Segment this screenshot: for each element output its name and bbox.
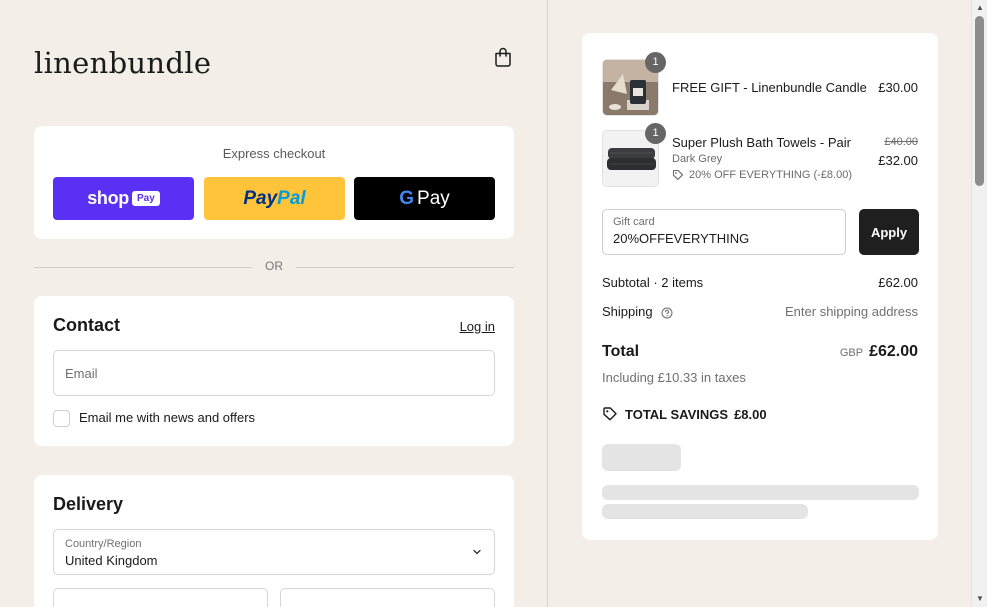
brand-logo[interactable]: linenbundle bbox=[34, 46, 211, 80]
google-pay-wordmark: Pay bbox=[417, 187, 450, 209]
scrollbar-thumb[interactable] bbox=[975, 16, 984, 186]
shipping-row: Shipping Enter shipping address bbox=[602, 304, 918, 319]
contact-section: Contact Log in Email Email me with news … bbox=[34, 296, 514, 446]
delivery-title: Delivery bbox=[53, 494, 124, 514]
item-original-price: £40.00 bbox=[884, 136, 918, 148]
taxes-note: Including £10.33 in taxes bbox=[602, 370, 746, 385]
express-checkout-title: Express checkout bbox=[222, 146, 326, 161]
apply-button[interactable]: Apply bbox=[859, 209, 919, 255]
newsletter-checkbox[interactable] bbox=[53, 410, 70, 427]
country-label: Country/Region bbox=[65, 538, 142, 550]
subtotal-value: £62.00 bbox=[878, 275, 918, 290]
loading-skeleton bbox=[602, 485, 919, 500]
item-variant: Dark Grey bbox=[672, 153, 723, 165]
gift-card-value: 20%OFFEVERYTHING bbox=[613, 231, 750, 246]
total-label: Total bbox=[602, 343, 640, 360]
login-link[interactable]: Log in bbox=[460, 319, 495, 334]
item-name: FREE GIFT - Linenbundle Candle bbox=[672, 80, 867, 95]
delivery-section: Delivery Country/Region United Kingdom bbox=[34, 475, 514, 607]
express-checkout-card: Express checkout shop Pay Pay Pal G Pay bbox=[34, 126, 514, 239]
divider-line-right bbox=[296, 267, 514, 268]
currency-code: GBP bbox=[839, 347, 864, 359]
item-discount-text: 20% OFF EVERYTHING (-£8.00) bbox=[689, 169, 853, 181]
line-item: 1 FREE GIFT - Linenbundle Candle £30.00 bbox=[602, 52, 918, 116]
savings-label: TOTAL SAVINGS bbox=[625, 406, 729, 422]
shop-pay-wordmark: shop bbox=[87, 188, 129, 208]
paypal-button[interactable]: Pay Pal bbox=[204, 177, 345, 220]
quantity-badge: 1 bbox=[645, 123, 666, 144]
paypal-wordmark-pay: Pay bbox=[243, 187, 278, 209]
or-divider-text: OR bbox=[265, 259, 283, 273]
help-icon[interactable] bbox=[661, 307, 673, 319]
paypal-wordmark-pal: Pal bbox=[277, 187, 306, 209]
loading-skeleton bbox=[602, 504, 808, 519]
last-name-field[interactable] bbox=[280, 588, 495, 607]
gift-card-label: Gift card bbox=[613, 216, 655, 228]
total-amount-group: GBP £62.00 bbox=[840, 343, 918, 361]
quantity-badge: 1 bbox=[645, 52, 666, 73]
shopping-bag-icon[interactable] bbox=[494, 47, 512, 67]
scroll-down-arrow-icon[interactable]: ▼ bbox=[972, 591, 987, 607]
scroll-up-arrow-icon[interactable]: ▲ bbox=[972, 0, 987, 16]
item-price: £30.00 bbox=[878, 80, 918, 95]
google-g-icon: G bbox=[399, 187, 415, 209]
subtotal-label: Subtotal · 2 items bbox=[602, 275, 704, 290]
loading-skeleton bbox=[602, 444, 681, 471]
page-scrollbar[interactable]: ▲ ▼ bbox=[971, 0, 987, 607]
order-summary-card: 1 FREE GIFT - Linenbundle Candle £30.00 … bbox=[582, 33, 938, 540]
tag-icon bbox=[603, 407, 617, 421]
item-price: £32.00 bbox=[878, 153, 918, 168]
or-divider: OR bbox=[34, 259, 514, 275]
email-placeholder: Email bbox=[65, 366, 98, 381]
gift-card-field[interactable]: Gift card 20%OFFEVERYTHING bbox=[602, 209, 846, 255]
contact-title: Contact bbox=[53, 315, 120, 335]
savings-value: £8.00 bbox=[734, 406, 767, 422]
newsletter-label[interactable]: Email me with news and offers bbox=[79, 410, 255, 425]
country-select[interactable]: Country/Region United Kingdom bbox=[53, 529, 495, 575]
item-discount: 20% OFF EVERYTHING (-£8.00) bbox=[672, 169, 852, 181]
google-pay-button[interactable]: G Pay bbox=[354, 177, 495, 220]
savings-row: TOTAL SAVINGS £8.00 bbox=[602, 406, 918, 422]
line-item: 1 Super Plush Bath Towels - Pair Dark Gr… bbox=[602, 123, 918, 187]
order-summary-column: 1 FREE GIFT - Linenbundle Candle £30.00 … bbox=[549, 0, 971, 607]
shipping-value: Enter shipping address bbox=[785, 304, 918, 319]
total-value: £62.00 bbox=[869, 343, 918, 360]
tag-icon bbox=[672, 169, 684, 181]
email-field[interactable]: Email bbox=[53, 350, 495, 396]
savings-group: TOTAL SAVINGS £8.00 bbox=[602, 406, 918, 422]
shop-pay-button[interactable]: shop Pay bbox=[53, 177, 194, 220]
shop-pay-badge: Pay bbox=[132, 191, 160, 206]
subtotal-row: Subtotal · 2 items £62.00 bbox=[602, 275, 918, 290]
first-name-field[interactable] bbox=[53, 588, 268, 607]
chevron-down-icon bbox=[473, 549, 481, 555]
country-value: United Kingdom bbox=[65, 553, 158, 568]
item-name: Super Plush Bath Towels - Pair bbox=[672, 135, 851, 150]
shipping-label: Shipping bbox=[602, 304, 653, 319]
total-row: Total GBP £62.00 bbox=[602, 343, 918, 365]
checkout-main: linenbundle Express checkout shop Pay Pa… bbox=[0, 0, 548, 607]
